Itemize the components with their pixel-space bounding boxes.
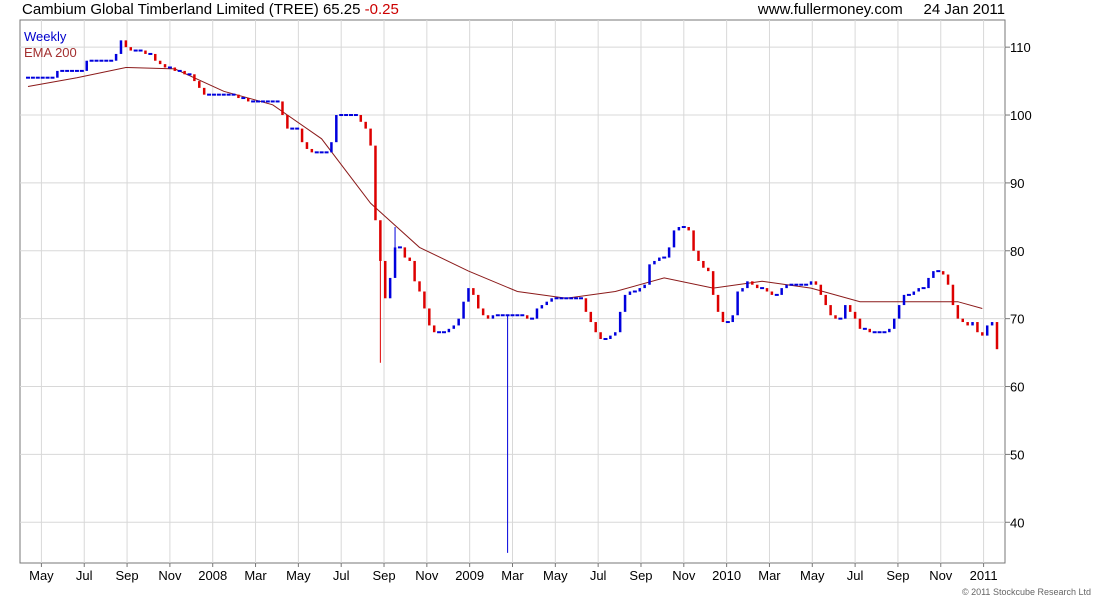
y-tick-label: 50	[1010, 447, 1024, 462]
y-tick-label: 90	[1010, 176, 1024, 191]
y-tick-label: 80	[1010, 244, 1024, 259]
x-tick-label: Sep	[886, 568, 909, 583]
y-tick-label: 40	[1010, 515, 1024, 530]
x-tick-label: Nov	[158, 568, 182, 583]
x-tick-label: Sep	[115, 568, 138, 583]
x-tick-label: 2010	[712, 568, 741, 583]
legend-ema: EMA 200	[24, 45, 77, 60]
x-tick-label: May	[543, 568, 568, 583]
x-tick-label: Jul	[333, 568, 350, 583]
x-tick-label: May	[800, 568, 825, 583]
x-tick-label: Jul	[847, 568, 864, 583]
copyright-text: © 2011 Stockcube Research Ltd	[961, 587, 1091, 597]
x-tick-label: 2011	[970, 568, 998, 583]
x-tick-label: Sep	[372, 568, 395, 583]
y-tick-label: 100	[1010, 108, 1032, 123]
x-tick-label: Nov	[415, 568, 439, 583]
legend-weekly: Weekly	[24, 29, 67, 44]
x-tick-label: May	[286, 568, 311, 583]
x-tick-label: Nov	[672, 568, 696, 583]
y-tick-label: 70	[1010, 312, 1024, 327]
x-tick-label: Nov	[929, 568, 953, 583]
x-tick-label: Mar	[758, 568, 781, 583]
price-chart: 40 50 60 70 80 90 100 110 May Jul Sep Nov 2008 Mar May…	[19, 19, 1032, 583]
y-tick-label: 110	[1010, 40, 1031, 55]
x-tick-label: Mar	[244, 568, 267, 583]
x-tick-label: May	[29, 568, 54, 583]
y-tick-label: 60	[1010, 380, 1024, 395]
x-tick-label: Mar	[501, 568, 524, 583]
x-tick-label: Sep	[629, 568, 652, 583]
x-tick-label: 2009	[455, 568, 484, 583]
x-tick-label: 2008	[198, 568, 227, 583]
x-tick-label: Jul	[76, 568, 93, 583]
x-tick-label: Jul	[590, 568, 607, 583]
ema-200-line	[27, 66, 983, 309]
